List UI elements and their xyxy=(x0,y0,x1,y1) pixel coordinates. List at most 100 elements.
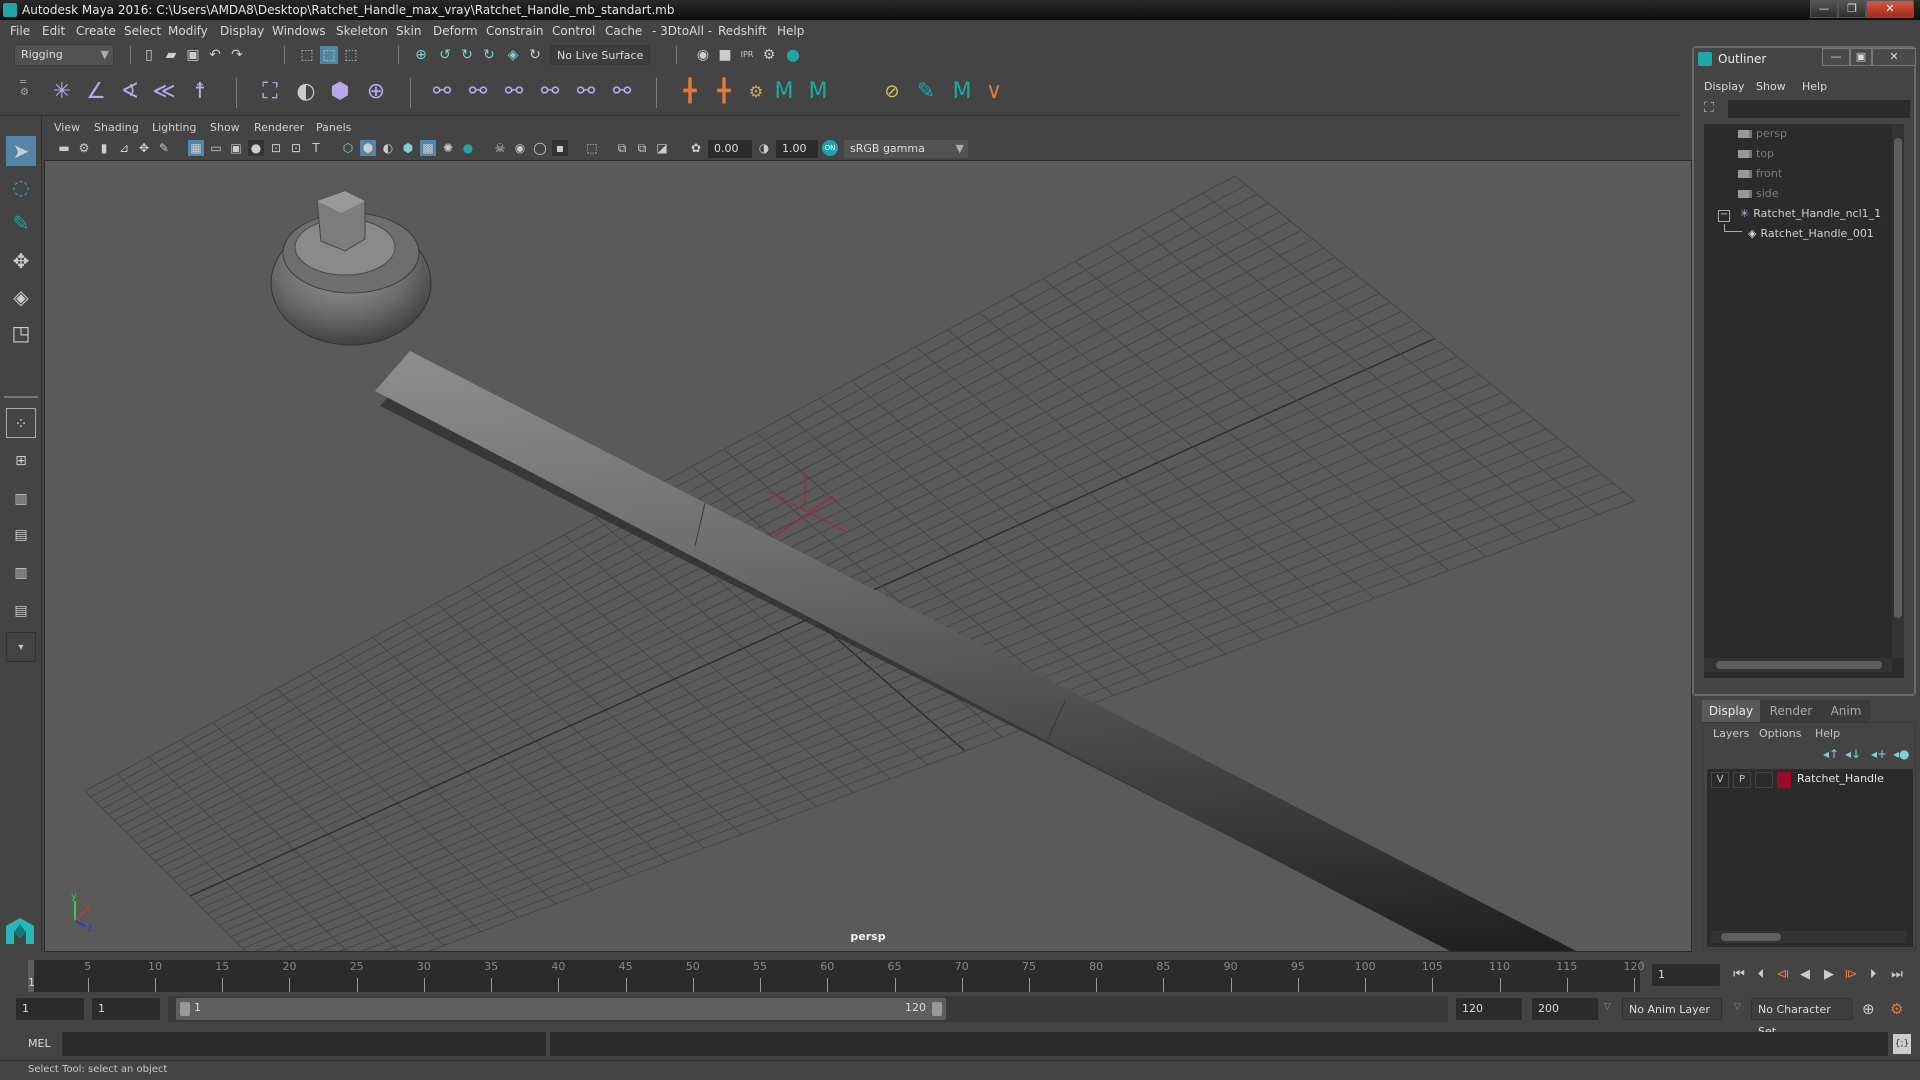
select-hierarchy-icon[interactable]: ⬚ xyxy=(298,46,316,64)
move-tool-icon[interactable]: ✥ xyxy=(6,246,36,276)
menu-skeleton[interactable]: Skeleton xyxy=(336,20,388,42)
menu-display[interactable]: Display xyxy=(220,20,264,42)
layer-row[interactable]: V P Ratchet_Handle xyxy=(1707,769,1913,791)
outliner-menu-display[interactable]: Display xyxy=(1704,78,1745,96)
orient-constraint-icon[interactable]: ⚯ xyxy=(500,78,528,106)
new-scene-icon[interactable]: ▯ xyxy=(140,46,158,64)
menu-create[interactable]: Create xyxy=(76,20,116,42)
select-object-icon[interactable]: ⬚ xyxy=(320,46,338,64)
maya-tool-1-icon[interactable]: M xyxy=(770,78,798,106)
xray-joints-icon[interactable]: ⧉ xyxy=(614,140,630,156)
parent-constraint-icon[interactable]: ⚯ xyxy=(428,78,456,106)
smooth-shade-icon[interactable]: ⬢ xyxy=(360,140,376,156)
layer-display-type-toggle[interactable] xyxy=(1755,772,1773,788)
anim-layer-dropdown[interactable]: No Anim Layer xyxy=(1622,998,1722,1020)
color-management-toggle[interactable]: ON xyxy=(822,140,838,156)
motion-blur-icon[interactable]: ◯ xyxy=(532,140,548,156)
minimize-button[interactable]: — xyxy=(1810,0,1838,18)
gamma-field[interactable]: 1.00 xyxy=(776,140,818,158)
ambient-occlusion-icon[interactable]: ◉ xyxy=(512,140,528,156)
collapse-toggle-icon[interactable]: − xyxy=(1718,210,1730,222)
gate-mask-icon[interactable]: ● xyxy=(248,140,264,156)
hypershade-icon[interactable]: ● xyxy=(784,46,802,64)
snap-live-icon[interactable]: ↻ xyxy=(526,46,544,64)
aim-constraint-icon[interactable]: ⚯ xyxy=(572,78,600,106)
graph-editor-layout-icon[interactable]: ▤ xyxy=(6,596,36,626)
chevron-down-icon[interactable]: ▽ xyxy=(1734,1002,1741,1012)
tab-display[interactable]: Display xyxy=(1702,700,1760,722)
gamma-icon[interactable]: ◑ xyxy=(756,140,772,156)
select-component-icon[interactable]: ⬚ xyxy=(342,46,360,64)
outliner-search-input[interactable] xyxy=(1728,100,1910,118)
live-surface-field[interactable]: No Live Surface xyxy=(550,45,650,65)
outliner-horizontal-scrollbar[interactable] xyxy=(1704,658,1892,672)
rotate-tool-icon[interactable]: ◈ xyxy=(6,282,36,312)
safe-action-icon[interactable]: ⊡ xyxy=(288,140,304,156)
outliner-vertical-scrollbar[interactable] xyxy=(1892,124,1904,658)
tab-anim[interactable]: Anim xyxy=(1822,700,1870,722)
snap-grid-icon[interactable]: ⊕ xyxy=(412,46,430,64)
layers-menu-help[interactable]: Help xyxy=(1815,727,1840,740)
default-material-icon[interactable]: ◐ xyxy=(380,140,396,156)
redo-icon[interactable]: ↷ xyxy=(228,46,246,64)
menu-skin[interactable]: Skin xyxy=(396,20,422,42)
pole-vector-icon[interactable]: ⚯ xyxy=(608,78,636,106)
range-start-field[interactable]: 1 xyxy=(16,998,84,1020)
menu-cache[interactable]: Cache xyxy=(605,20,642,42)
mirror-joint-icon[interactable]: ≪ xyxy=(150,78,178,106)
film-gate-icon[interactable]: ▭ xyxy=(208,140,224,156)
go-to-start-icon[interactable]: ⏮ xyxy=(1730,966,1748,984)
menu-set-dropdown[interactable]: Rigging ▼ xyxy=(14,44,114,66)
resolution-gate-icon[interactable]: ▣ xyxy=(228,140,244,156)
layer-off-icon[interactable]: ⊘ xyxy=(878,78,906,106)
layer-visibility-toggle[interactable]: V xyxy=(1711,772,1729,788)
vp-menu-renderer[interactable]: Renderer xyxy=(254,121,304,134)
outliner-close-button[interactable]: ✕ xyxy=(1872,48,1916,66)
grid-toggle-icon[interactable]: ▦ xyxy=(188,140,204,156)
select-tool-icon[interactable]: ➤ xyxy=(6,136,36,166)
scale-tool-icon[interactable]: ◳ xyxy=(6,318,36,348)
anim-preferences-icon[interactable]: ⚙ xyxy=(1890,1000,1903,1018)
render-view-icon[interactable]: ◉ xyxy=(694,46,712,64)
chevron-down-icon[interactable]: ▽ xyxy=(1604,1002,1611,1012)
ik-spline-icon[interactable]: ∢ xyxy=(116,78,144,106)
anti-aliasing-icon[interactable]: ▪ xyxy=(552,140,568,156)
hypershade-layout-icon[interactable]: ▥ xyxy=(6,558,36,588)
more-layouts-icon[interactable]: ▾ xyxy=(6,632,36,662)
field-chart-icon[interactable]: ⊡ xyxy=(268,140,284,156)
range-end-handle[interactable] xyxy=(932,1002,942,1016)
restore-button[interactable]: ❐ xyxy=(1838,0,1866,18)
lattice-icon[interactable]: ⬢ xyxy=(326,78,354,106)
isolate-select-icon[interactable]: ⬚ xyxy=(584,140,600,156)
new-layer-selected-icon[interactable]: ◂● xyxy=(1893,747,1910,761)
menu-modify[interactable]: Modify xyxy=(168,20,208,42)
snap-view-icon[interactable]: ↻ xyxy=(480,46,498,64)
menu-file[interactable]: File xyxy=(10,20,30,42)
vp-menu-lighting[interactable]: Lighting xyxy=(152,121,196,134)
layer-playback-toggle[interactable]: P xyxy=(1733,772,1751,788)
tab-render[interactable]: Render xyxy=(1760,700,1822,722)
character-icon[interactable]: ⚙ xyxy=(742,78,770,106)
menu-3dtoall[interactable]: - 3DtoAll - xyxy=(652,20,712,42)
outliner-item-persp[interactable]: persp xyxy=(1738,124,1787,144)
save-scene-icon[interactable]: ▣ xyxy=(184,46,202,64)
layers-menu-options[interactable]: Options xyxy=(1759,727,1801,740)
grease-pencil-icon[interactable]: ✎ xyxy=(156,140,172,156)
point-constraint-icon[interactable]: ⚯ xyxy=(464,78,492,106)
xray-active-icon[interactable]: ⧉ xyxy=(634,140,650,156)
outliner-item-mesh[interactable]: ◈ Ratchet_Handle_001 xyxy=(1724,224,1874,244)
2d-pan-zoom-icon[interactable]: ✥ xyxy=(136,140,152,156)
3d-viewport[interactable]: y x z persp xyxy=(44,160,1692,952)
layer-color-swatch[interactable] xyxy=(1777,772,1791,788)
menu-control[interactable]: Control xyxy=(552,20,595,42)
filter-icon[interactable]: ⛶ xyxy=(1704,100,1724,118)
step-back-key-icon[interactable]: ⧏ xyxy=(1774,966,1792,984)
ipr-render-icon[interactable]: IPR xyxy=(738,46,756,64)
menu-deform[interactable]: Deform xyxy=(433,20,478,42)
move-layer-down-icon[interactable]: ◂↓ xyxy=(1845,747,1861,761)
wireframe-icon[interactable]: ⬡ xyxy=(340,140,356,156)
layers-horizontal-scrollbar[interactable] xyxy=(1711,931,1907,943)
vp-menu-panels[interactable]: Panels xyxy=(316,121,351,134)
playback-start-field[interactable]: 1 xyxy=(92,998,160,1020)
snap-point-icon[interactable]: ↻ xyxy=(458,46,476,64)
